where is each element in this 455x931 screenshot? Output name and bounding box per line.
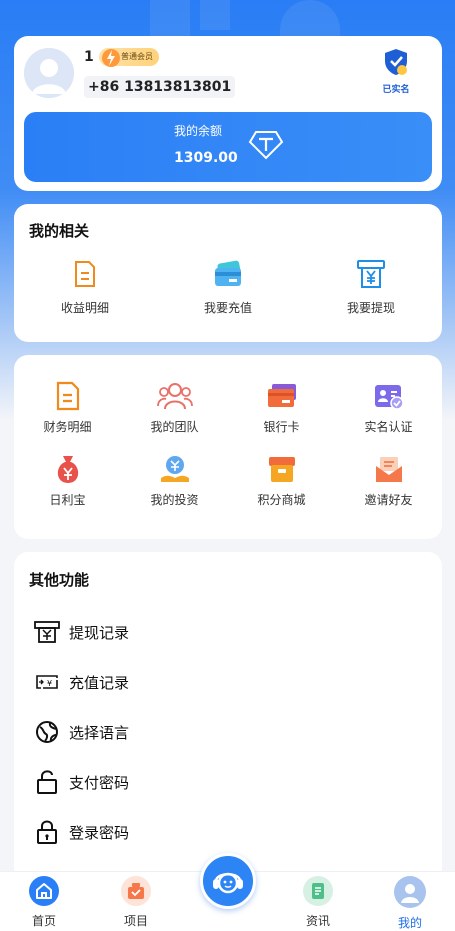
nav-mine-label: 我的 <box>397 916 422 930</box>
shield-check-icon <box>385 49 407 75</box>
vip-level-label: 普通会员 <box>121 52 153 61</box>
balance-label: 我的余额 <box>174 124 223 138</box>
id-verify-icon <box>374 385 404 410</box>
phone-number: +86 13813813801 <box>84 76 236 98</box>
other-functions-section: 其他功能 提现记录 ¥ 充值记录 选择语言 支付密码 登录密码 <box>14 552 442 882</box>
bank-card-button[interactable]: 银行卡 <box>228 379 335 435</box>
invite-friends-label: 邀请好友 <box>364 493 413 507</box>
id-verification-label: 实名认证 <box>364 420 413 434</box>
earnings-doc-icon <box>75 261 95 287</box>
my-team-label: 我的团队 <box>150 420 199 434</box>
my-investment-label: 我的投资 <box>150 493 199 507</box>
money-bag-icon <box>57 456 78 483</box>
finance-detail-label: 财务明细 <box>43 420 92 434</box>
withdraw-button[interactable]: 我要提现 <box>311 258 431 316</box>
investment-icon <box>160 456 189 482</box>
login-password-label: 登录密码 <box>69 823 130 842</box>
login-password-row[interactable]: 登录密码 <box>34 817 129 847</box>
svg-text:¥: ¥ <box>47 679 52 688</box>
home-icon <box>36 883 52 899</box>
nav-home[interactable]: 首页 <box>14 876 74 929</box>
balance-value: 1309.00 <box>174 150 238 166</box>
verified-status[interactable]: 已实名 <box>376 48 416 95</box>
recharge-label: 我要充值 <box>203 301 252 315</box>
unlock-icon <box>37 770 57 794</box>
recharge-button[interactable]: 我要充值 <box>168 258 288 316</box>
language-row[interactable]: 选择语言 <box>34 717 129 747</box>
lock-icon <box>37 820 57 844</box>
recharge-record-icon: ¥ <box>36 675 58 689</box>
section-title: 我的相关 <box>29 222 90 240</box>
points-mall-button[interactable]: 积分商城 <box>228 452 335 508</box>
section-title: 其他功能 <box>29 571 90 589</box>
usdt-icon <box>248 131 284 160</box>
withdraw-atm-icon <box>357 260 385 288</box>
withdraw-label: 我要提现 <box>346 301 395 315</box>
related-section: 我的相关 收益明细 我要充值 我要提现 <box>14 204 442 342</box>
daily-profit-label: 日利宝 <box>49 493 86 507</box>
nav-home-label: 首页 <box>31 914 56 928</box>
points-mall-label: 积分商城 <box>257 493 306 507</box>
bank-card-icon <box>267 384 296 407</box>
customer-service-button[interactable] <box>200 853 256 909</box>
withdraw-record-row[interactable]: 提现记录 <box>34 617 129 647</box>
id-verification-button[interactable]: 实名认证 <box>335 379 442 435</box>
points-mall-icon <box>268 457 295 482</box>
globe-icon <box>36 721 58 743</box>
payment-password-row[interactable]: 支付密码 <box>34 767 129 797</box>
earnings-detail-button[interactable]: 收益明细 <box>25 258 145 316</box>
earnings-detail-label: 收益明细 <box>60 301 109 315</box>
lightning-icon <box>102 49 120 67</box>
function-grid: 财务明细 我的团队 银行卡 实名认证 日利宝 我的投资 积分商城 邀请好友 <box>14 355 442 539</box>
daily-profit-button[interactable]: 日利宝 <box>14 452 121 508</box>
withdraw-record-label: 提现记录 <box>69 623 130 642</box>
invite-friends-button[interactable]: 邀请好友 <box>335 452 442 508</box>
payment-password-label: 支付密码 <box>69 773 130 792</box>
bank-card-label: 银行卡 <box>263 420 300 434</box>
balance-panel[interactable]: 我的余额 1309.00 <box>24 112 432 182</box>
username: 1 <box>84 49 94 65</box>
recharge-card-icon <box>215 260 241 286</box>
my-team-button[interactable]: 我的团队 <box>121 379 228 435</box>
customer-service-icon <box>213 872 243 894</box>
avatar[interactable] <box>24 48 74 98</box>
withdraw-record-icon <box>34 621 60 643</box>
recharge-record-label: 充值记录 <box>69 673 130 692</box>
nav-project-label: 项目 <box>123 914 148 928</box>
nav-mine[interactable]: 我的 <box>380 876 440 931</box>
vip-badge: 普通会员 <box>99 48 159 67</box>
profile-icon <box>401 884 419 903</box>
nav-news-label: 资讯 <box>305 914 330 928</box>
language-label: 选择语言 <box>69 723 130 742</box>
news-icon <box>312 883 324 899</box>
team-icon <box>156 383 193 410</box>
nav-project[interactable]: 项目 <box>106 876 166 929</box>
invite-envelope-icon <box>375 457 402 482</box>
finance-detail-button[interactable]: 财务明细 <box>14 379 121 435</box>
my-investment-button[interactable]: 我的投资 <box>121 452 228 508</box>
profile-card: 1 普通会员 +86 13813813801 已实名 我的余额 1309.00 <box>14 36 442 191</box>
nav-news[interactable]: 资讯 <box>288 876 348 929</box>
verified-label: 已实名 <box>382 85 410 95</box>
finance-doc-icon <box>56 381 79 411</box>
recharge-record-row[interactable]: ¥ 充值记录 <box>34 667 129 697</box>
project-bag-icon <box>128 883 144 899</box>
